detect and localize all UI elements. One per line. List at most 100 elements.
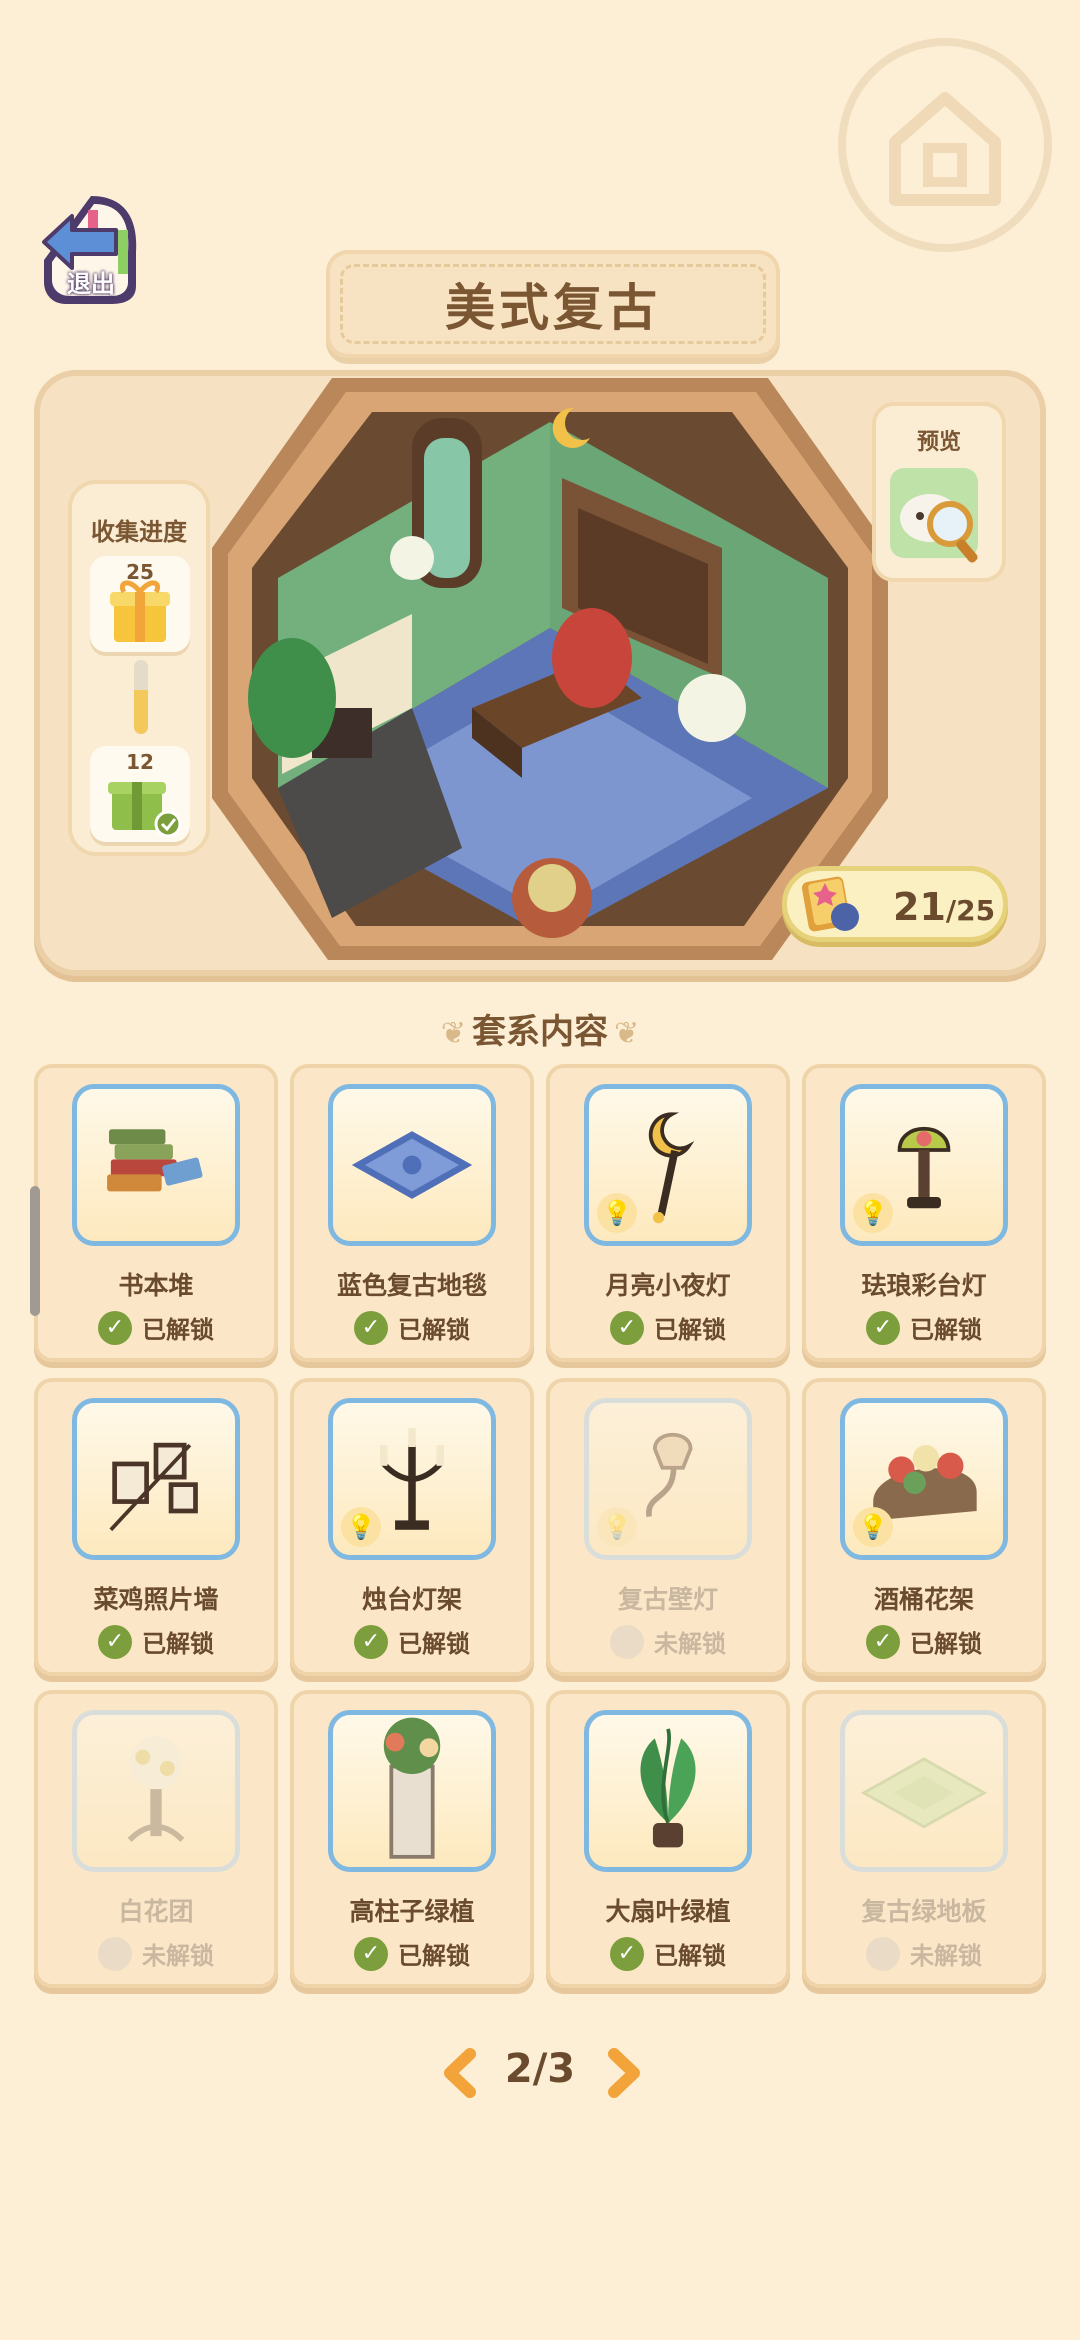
item-status: ✓ 已解锁 (550, 1310, 786, 1345)
item-status: ✓ 已解锁 (294, 1310, 530, 1345)
catalog-book-icon (801, 876, 859, 932)
item-name: 高柱子绿植 (349, 1897, 475, 1926)
reward-tier-top[interactable]: 25 (90, 556, 190, 652)
item-status: ✓ 已解锁 (806, 1310, 1042, 1345)
magnifier-preview-icon (890, 468, 978, 563)
light-bulb-icon: 💡 (597, 1193, 637, 1233)
page-indicator: 2/3 (504, 2046, 576, 2092)
light-bulb-icon: 💡 (597, 1507, 637, 1547)
item-icon-frame (72, 1084, 240, 1246)
check-circle-icon: ✓ (98, 1624, 132, 1659)
reward-tier-top-count: 25 (126, 560, 154, 584)
item-status: ✓ 已解锁 (806, 1624, 1042, 1659)
check-circle-icon: ✓ (354, 1624, 388, 1659)
item-status: ✓ 已解锁 (38, 1624, 274, 1659)
empty-circle-icon: ✓ (610, 1624, 644, 1659)
collection-progress-fill (134, 689, 148, 734)
total-value: /25 (945, 894, 996, 927)
item-status-label: 已解锁 (654, 1942, 726, 1970)
item-name: 大扇叶绿植 (605, 1897, 731, 1926)
set-title: 美式复古 (445, 279, 661, 337)
item-card[interactable]: 💡 烛台灯架 ✓ 已解锁 (290, 1378, 534, 1676)
set-contents-heading: ❦ 套系内容 ❦ (0, 1004, 1080, 1053)
item-name: 菜鸡照片墙 (93, 1585, 219, 1614)
exit-button[interactable]: 退出 (36, 190, 146, 308)
scroll-handle[interactable] (30, 1186, 40, 1316)
set-title-banner: 美式复古 (326, 250, 780, 358)
light-bulb-icon: 💡 (853, 1507, 893, 1547)
item-name: 月亮小夜灯 (605, 1271, 731, 1300)
collection-progress-panel: 收集进度 25 12 (68, 480, 210, 856)
item-name: 书本堆 (118, 1271, 194, 1300)
collection-progress-bar (134, 660, 148, 734)
left-swirl-ornament: ❦ (440, 1016, 466, 1051)
collected-value: 21 (893, 885, 946, 929)
pillar-plant-icon (383, 1717, 441, 1859)
reward-tier-bottom[interactable]: 12 (90, 746, 190, 842)
item-status: ✓ 未解锁 (550, 1624, 786, 1659)
check-circle-icon: ✓ (354, 1310, 388, 1345)
check-circle-icon: ✓ (98, 1310, 132, 1345)
prev-page-button[interactable] (440, 2048, 480, 2098)
photo-wall-icon (109, 1442, 198, 1532)
room-preview-image (212, 378, 888, 960)
item-icon-frame (72, 1398, 240, 1560)
item-icon-frame: 💡 (840, 1084, 1008, 1246)
item-name: 酒桶花架 (873, 1585, 974, 1614)
reward-tier-bottom-count: 12 (126, 750, 154, 774)
light-bulb-icon: 💡 (341, 1507, 381, 1547)
fan-leaf-plant-icon (640, 1728, 696, 1848)
item-status-label: 已解锁 (398, 1316, 470, 1344)
blue-rug-icon (351, 1131, 473, 1199)
check-circle-icon: ✓ (866, 1310, 900, 1345)
item-status: ✓ 已解锁 (294, 1936, 530, 1971)
empty-circle-icon: ✓ (98, 1936, 132, 1971)
item-card[interactable]: 💡 酒桶花架 ✓ 已解锁 (802, 1378, 1046, 1676)
exit-label: 退出 (67, 270, 115, 298)
item-status-label: 已解锁 (142, 1316, 214, 1344)
collection-progress-title: 收集进度 (91, 518, 187, 546)
book-stack-icon (107, 1129, 203, 1192)
item-icon-frame: 💡 (584, 1084, 752, 1246)
preview-button[interactable]: 预览 (872, 402, 1006, 582)
item-status-label: 已解锁 (654, 1316, 726, 1344)
white-flowers-icon (127, 1736, 185, 1842)
item-status: ✓ 已解锁 (550, 1936, 786, 1971)
item-name: 珐琅彩台灯 (861, 1271, 987, 1300)
item-status: ✓ 已解锁 (38, 1310, 274, 1345)
pager: 2/3 (0, 2040, 1080, 2110)
item-icon-frame: 💡 (584, 1398, 752, 1560)
item-icon-frame (584, 1710, 752, 1872)
item-status-label: 已解锁 (398, 1942, 470, 1970)
item-icon-frame: 💡 (328, 1398, 496, 1560)
item-name: 复古绿地板 (861, 1897, 987, 1926)
check-circle-icon: ✓ (610, 1936, 644, 1971)
preview-label: 预览 (916, 430, 961, 455)
item-card[interactable]: 书本堆 ✓ 已解锁 (34, 1064, 278, 1362)
item-card[interactable]: 白花团 ✓ 未解锁 (34, 1690, 278, 1988)
item-card[interactable]: 复古绿地板 ✓ 未解锁 (802, 1690, 1046, 1988)
item-name: 复古壁灯 (617, 1585, 718, 1614)
item-icon-frame (328, 1084, 496, 1246)
item-card[interactable]: 高柱子绿植 ✓ 已解锁 (290, 1690, 534, 1988)
item-card[interactable]: 💡 复古壁灯 ✓ 未解锁 (546, 1378, 790, 1676)
item-status: ✓ 未解锁 (806, 1936, 1042, 1971)
chevron-left-icon (444, 2048, 476, 2098)
item-status-label: 已解锁 (398, 1630, 470, 1658)
item-status-label: 已解锁 (910, 1630, 982, 1658)
item-status-label: 已解锁 (142, 1630, 214, 1658)
item-card[interactable]: 菜鸡照片墙 ✓ 已解锁 (34, 1378, 278, 1676)
set-contents-title: 套系内容 (472, 1012, 608, 1052)
check-circle-icon: ✓ (866, 1624, 900, 1659)
item-card[interactable]: 💡 月亮小夜灯 ✓ 已解锁 (546, 1064, 790, 1362)
check-circle-icon: ✓ (354, 1936, 388, 1971)
item-card[interactable]: 蓝色复古地毯 ✓ 已解锁 (290, 1064, 534, 1362)
item-card[interactable]: 大扇叶绿植 ✓ 已解锁 (546, 1690, 790, 1988)
item-card[interactable]: 💡 珐琅彩台灯 ✓ 已解锁 (802, 1064, 1046, 1362)
item-icon-frame (328, 1710, 496, 1872)
home-watermark (838, 38, 1052, 252)
item-icon-frame (840, 1710, 1008, 1872)
next-page-button[interactable] (604, 2048, 644, 2098)
item-status-label: 未解锁 (910, 1942, 982, 1970)
green-floor-icon (860, 1757, 988, 1829)
